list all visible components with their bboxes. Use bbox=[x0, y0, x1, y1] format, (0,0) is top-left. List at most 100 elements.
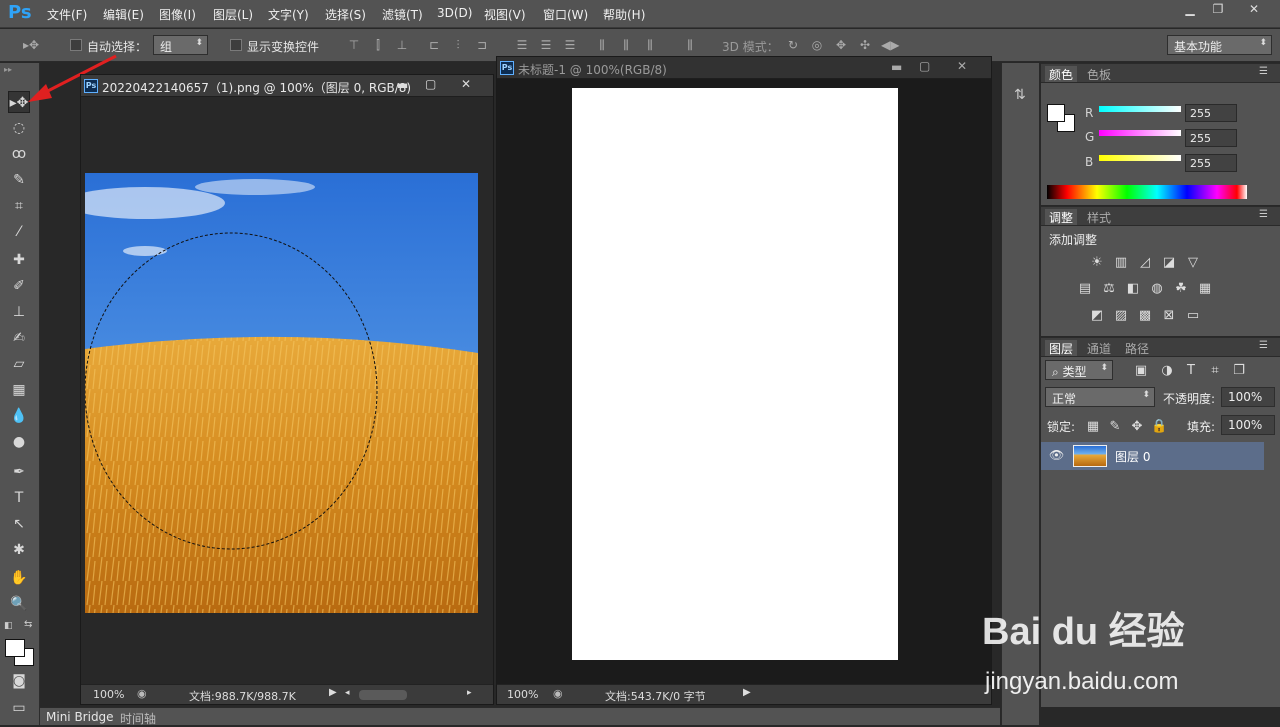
tab-layers[interactable]: 图层 bbox=[1045, 340, 1078, 356]
healing-brush-tool-icon[interactable]: ✚ bbox=[8, 249, 30, 271]
eyedropper-tool-icon[interactable]: ⁄ bbox=[8, 221, 30, 243]
opacity-field[interactable]: 100% bbox=[1221, 387, 1275, 407]
dodge-tool-icon[interactable]: ● bbox=[8, 431, 30, 453]
layer-row[interactable]: 👁 图层 0 bbox=[1041, 442, 1264, 470]
3d-scale-icon[interactable]: ◀▶ bbox=[881, 37, 899, 53]
brush-tool-icon[interactable]: ✐ bbox=[8, 275, 30, 297]
distribute-vcenter-icon[interactable]: ☰ bbox=[538, 37, 554, 53]
path-select-tool-icon[interactable]: ↖ bbox=[8, 513, 30, 535]
3d-rotate-icon[interactable]: ↻ bbox=[785, 37, 801, 53]
align-bottom-icon[interactable]: ⊥ bbox=[394, 37, 410, 53]
shape-tool-icon[interactable]: ✱ bbox=[8, 539, 30, 561]
exposure-icon[interactable]: ◪ bbox=[1161, 255, 1177, 271]
invert-icon[interactable]: ◩ bbox=[1089, 308, 1105, 324]
lock-pixels-icon[interactable]: ✎ bbox=[1107, 419, 1123, 435]
color-balance-icon[interactable]: ⚖ bbox=[1101, 281, 1117, 297]
panel-menu-icon[interactable]: ☰ bbox=[1259, 66, 1268, 77]
panel-menu-icon[interactable]: ☰ bbox=[1259, 209, 1268, 220]
layer-filter-dropdown[interactable]: ⌕ 类型 ⬍ bbox=[1045, 360, 1113, 380]
screen-mode-icon[interactable]: ▭ bbox=[8, 697, 30, 719]
g-value[interactable]: 255 bbox=[1185, 129, 1237, 147]
hue-saturation-icon[interactable]: ▤ bbox=[1077, 281, 1093, 297]
channel-mixer-icon[interactable]: ☘ bbox=[1173, 281, 1189, 297]
history-panel-icon[interactable]: ⇅ bbox=[1014, 87, 1026, 103]
auto-select-checkbox[interactable] bbox=[70, 39, 82, 51]
lock-all-icon[interactable]: 🔒 bbox=[1151, 419, 1167, 435]
status-menu-icon[interactable]: ◉ bbox=[137, 687, 147, 700]
pen-tool-icon[interactable]: ✒ bbox=[8, 461, 30, 483]
tab-adjustments[interactable]: 调整 bbox=[1045, 209, 1078, 225]
blur-tool-icon[interactable]: 💧 bbox=[8, 405, 30, 427]
canvas-image[interactable] bbox=[85, 173, 478, 613]
menu-window[interactable]: 窗口(W) bbox=[543, 6, 588, 23]
doc-maximize-icon[interactable]: ▢ bbox=[425, 77, 436, 91]
hand-tool-icon[interactable]: ✋ bbox=[8, 567, 30, 589]
tab-styles[interactable]: 样式 bbox=[1083, 209, 1115, 225]
scroll-left-icon[interactable]: ◂ bbox=[345, 688, 350, 698]
status-menu-icon[interactable]: ◉ bbox=[553, 687, 563, 700]
b-value[interactable]: 255 bbox=[1185, 154, 1237, 172]
distribute-right-icon[interactable]: ⫼ bbox=[642, 37, 658, 53]
quick-mask-icon[interactable]: ◙ bbox=[8, 670, 30, 692]
document-window-image[interactable]: Ps 20220422140657（1).png @ 100%（图层 0, RG… bbox=[80, 74, 494, 705]
color-spectrum[interactable] bbox=[1047, 185, 1247, 199]
align-vcenter-icon[interactable]: ⫿ bbox=[370, 37, 386, 53]
lasso-tool-icon[interactable]: ꝏ bbox=[8, 143, 30, 165]
status-arrow-icon[interactable]: ▶ bbox=[743, 687, 751, 698]
menu-layer[interactable]: 图层(L) bbox=[213, 6, 253, 23]
swap-colors-icon[interactable]: ⇆ bbox=[24, 619, 32, 630]
restore-icon[interactable]: ❐ bbox=[1204, 2, 1232, 18]
blend-mode-dropdown[interactable]: 正常 ⬍ bbox=[1045, 387, 1155, 407]
menu-select[interactable]: 选择(S) bbox=[325, 6, 366, 23]
tab-paths[interactable]: 路径 bbox=[1121, 340, 1153, 356]
distribute-top-icon[interactable]: ☰ bbox=[514, 37, 530, 53]
r-value[interactable]: 255 bbox=[1185, 104, 1237, 122]
curves-icon[interactable]: ◿ bbox=[1137, 255, 1153, 271]
tab-timeline[interactable]: 时间轴 bbox=[120, 710, 156, 727]
type-tool-icon[interactable]: T bbox=[8, 487, 30, 509]
eraser-tool-icon[interactable]: ▱ bbox=[8, 353, 30, 375]
filter-adjustment-icon[interactable]: ◑ bbox=[1159, 363, 1175, 379]
tab-mini-bridge[interactable]: Mini Bridge bbox=[46, 710, 114, 724]
selective-color-icon[interactable]: ⊠ bbox=[1161, 308, 1177, 324]
filter-shape-icon[interactable]: ⌗ bbox=[1207, 363, 1223, 379]
close-icon[interactable]: ✕ bbox=[1240, 2, 1268, 18]
filter-pixel-icon[interactable]: ▣ bbox=[1133, 363, 1149, 379]
show-transform-checkbox[interactable] bbox=[230, 39, 242, 51]
menu-view[interactable]: 视图(V) bbox=[484, 6, 526, 23]
crop-tool-icon[interactable]: ⌗ bbox=[8, 195, 30, 217]
doc-close-icon[interactable]: ✕ bbox=[957, 59, 967, 73]
doc-minimize-icon[interactable]: ▬ bbox=[891, 60, 902, 74]
document-title-bar[interactable]: Ps 20220422140657（1).png @ 100%（图层 0, RG… bbox=[81, 75, 493, 97]
distribute-left-icon[interactable]: ⫼ bbox=[594, 37, 610, 53]
menu-type[interactable]: 文字(Y) bbox=[268, 6, 309, 23]
black-white-icon[interactable]: ◧ bbox=[1125, 281, 1141, 297]
g-slider[interactable] bbox=[1099, 130, 1181, 136]
zoom-tool-icon[interactable]: 🔍 bbox=[8, 593, 30, 615]
align-top-icon[interactable]: ⊤ bbox=[346, 37, 362, 53]
b-slider[interactable] bbox=[1099, 155, 1181, 161]
fill-field[interactable]: 100% bbox=[1221, 415, 1275, 435]
menu-help[interactable]: 帮助(H) bbox=[603, 6, 645, 23]
panel-menu-icon[interactable]: ☰ bbox=[1259, 340, 1268, 351]
clone-stamp-tool-icon[interactable]: ⊥ bbox=[8, 301, 30, 323]
tab-swatches[interactable]: 色板 bbox=[1083, 66, 1115, 82]
color-lookup-icon[interactable]: ▦ bbox=[1197, 281, 1213, 297]
lock-transparency-icon[interactable]: ▦ bbox=[1085, 419, 1101, 435]
photo-filter-icon[interactable]: ◍ bbox=[1149, 281, 1165, 297]
3d-drag-icon[interactable]: ✥ bbox=[833, 37, 849, 53]
workspace-dropdown[interactable]: 基本功能 ⬍ bbox=[1167, 35, 1272, 55]
threshold-icon[interactable]: ▩ bbox=[1137, 308, 1153, 324]
distribute-bottom-icon[interactable]: ☰ bbox=[562, 37, 578, 53]
brightness-icon[interactable]: ☀ bbox=[1089, 255, 1105, 271]
zoom-level[interactable]: 100% bbox=[507, 688, 538, 701]
tab-color[interactable]: 颜色 bbox=[1045, 66, 1078, 82]
filter-smart-object-icon[interactable]: ❐ bbox=[1231, 363, 1247, 379]
default-colors-icon[interactable]: ◧ bbox=[4, 621, 13, 631]
zoom-level[interactable]: 100% bbox=[93, 688, 124, 701]
minimize-icon[interactable]: ▁ bbox=[1176, 2, 1204, 18]
quick-select-tool-icon[interactable]: ✎ bbox=[8, 169, 30, 191]
foreground-swatch[interactable] bbox=[1047, 104, 1065, 122]
move-tool-preset-icon[interactable]: ▸✥ bbox=[20, 37, 42, 53]
menu-file[interactable]: 文件(F) bbox=[47, 6, 87, 23]
